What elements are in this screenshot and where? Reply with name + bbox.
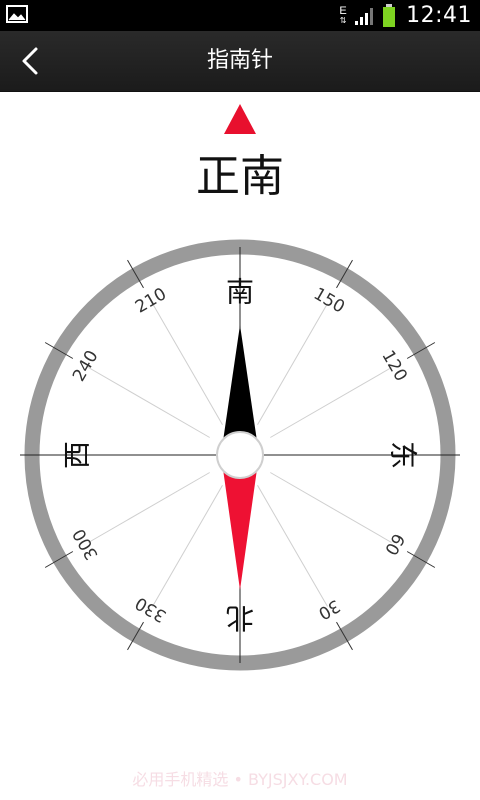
degree-label: 210: [132, 284, 170, 318]
spoke-line: [152, 485, 223, 607]
spoke-line: [257, 485, 328, 607]
spoke-line: [270, 472, 392, 543]
degree-label: 240: [69, 347, 103, 385]
needle-south-half: [222, 325, 258, 448]
degree-label: 60: [380, 530, 408, 559]
spoke-line: [152, 303, 223, 425]
needle-hub: [216, 431, 264, 479]
spoke-line: [88, 472, 210, 543]
spoke-line: [270, 367, 392, 438]
spoke-line: [88, 367, 210, 438]
cardinal-label-east: 东: [387, 441, 420, 469]
cardinal-label-west: 西: [61, 441, 94, 469]
degree-label: 150: [310, 284, 348, 318]
cardinal-label-south: 南: [226, 276, 254, 309]
degree-label: 30: [315, 595, 344, 623]
cardinal-label-north: 北: [226, 602, 254, 635]
watermark: 必用手机精选 • BYJSJXY.COM: [132, 770, 348, 789]
degree-label: 330: [132, 592, 170, 626]
spoke-line: [257, 303, 328, 425]
degree-label: 120: [377, 347, 411, 385]
needle-north-half: [222, 462, 258, 590]
compass-dial: 30 60 120 150 210 240 300 330 北 东 南西: [20, 239, 460, 671]
degree-label: 300: [69, 525, 103, 563]
